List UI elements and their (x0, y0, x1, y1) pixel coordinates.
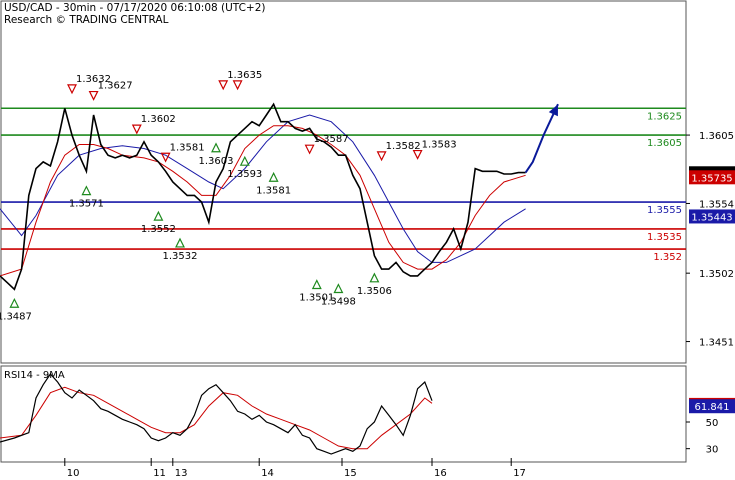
price-tick-label-0: 1.3605 (699, 131, 734, 142)
time-tick-label-3: 14 (261, 468, 274, 479)
pivot-label-15: 1.3498 (321, 297, 356, 308)
price-tag-label-1: 1.35735 (691, 173, 732, 184)
background (0, 0, 735, 480)
time-tick-label-2: 13 (175, 468, 188, 479)
price-tick-label-2: 1.3502 (699, 269, 734, 280)
pivot-label-8: 1.3635 (227, 70, 262, 81)
pivot-label-12: 1.3581 (256, 185, 291, 196)
pivot-label-10: 1.3603 (199, 156, 234, 167)
rsi-tags: 62.820861.841 (689, 397, 735, 414)
chart-header-title: USD/CAD - 30min - 07/17/2020 06:10:08 (U… (4, 2, 266, 14)
price-tick-label-1: 1.3554 (699, 199, 734, 210)
trading-chart: USD/CAD - 30min - 07/17/2020 06:10:08 (U… (0, 0, 735, 480)
time-tick-label-4: 15 (344, 468, 357, 479)
rsi-tick-label-0: 50 (706, 418, 719, 429)
level-label-4: 1.352 (653, 252, 682, 263)
rsi-tick-label-1: 30 (706, 445, 719, 456)
time-tick-label-6: 17 (513, 468, 526, 479)
pivot-label-18: 1.3583 (422, 140, 457, 151)
time-tick-label-1: 11 (153, 468, 166, 479)
pivot-label-7: 1.3532 (163, 251, 198, 262)
pivot-label-3: 1.3571 (69, 199, 104, 210)
pivot-label-11: 1.3593 (227, 169, 262, 180)
pivot-label-0: 1.3487 (0, 311, 32, 322)
level-label-3: 1.3535 (647, 232, 682, 243)
pivot-label-6: 1.3552 (141, 224, 176, 235)
time-tick-label-0: 10 (67, 468, 80, 479)
pivot-label-4: 1.3602 (141, 114, 176, 125)
time-tick-label-5: 16 (434, 468, 447, 479)
level-label-1: 1.3605 (647, 138, 682, 149)
pivot-label-5: 1.3581 (170, 142, 205, 153)
pivot-label-2: 1.3627 (98, 81, 133, 92)
pivot-label-13: 1.3587 (314, 134, 349, 145)
level-label-0: 1.3625 (647, 111, 682, 122)
price-tag-label-2: 1.35443 (691, 212, 732, 223)
level-label-2: 1.3555 (647, 205, 682, 216)
price-tick-label-3: 1.3451 (699, 338, 734, 349)
pivot-label-16: 1.3506 (357, 286, 392, 297)
chart-header-source: Research © TRADING CENTRAL (4, 14, 169, 26)
rsi-tag-label-1: 61.841 (695, 402, 730, 413)
